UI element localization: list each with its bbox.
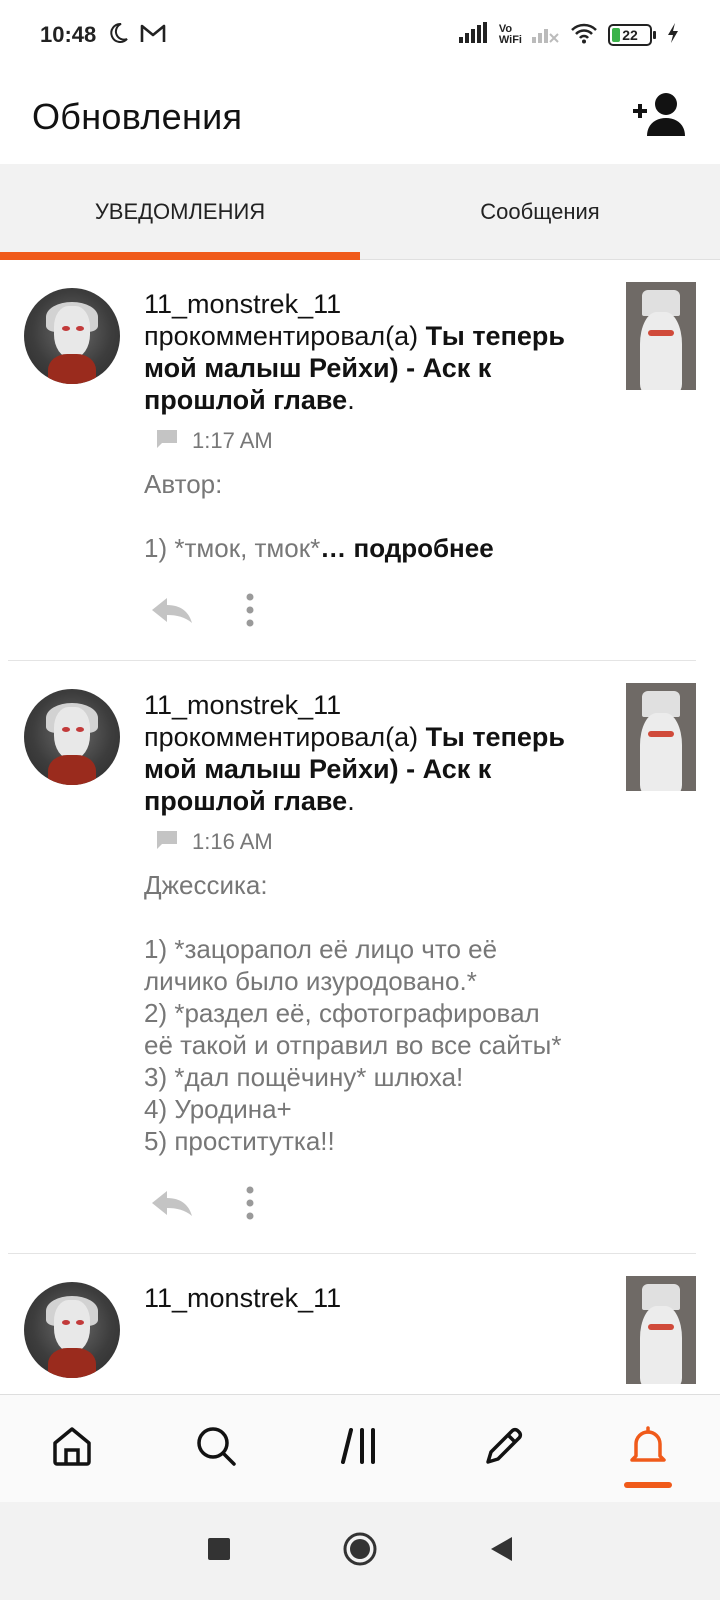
library-icon [338,1424,382,1473]
write-icon [482,1424,526,1473]
username[interactable]: 11_monstrek_11 [144,1282,574,1314]
reply-button[interactable] [148,596,196,628]
story-cover-thumbnail[interactable] [626,683,696,791]
tab-messages[interactable]: Сообщения [360,164,720,259]
nav-write[interactable] [432,1395,576,1502]
home-icon [50,1424,94,1473]
avatar[interactable] [24,689,120,785]
battery-level: 22 [622,27,638,43]
nav-search[interactable] [144,1395,288,1502]
moon-icon [106,21,130,50]
story-cover-thumbnail[interactable] [626,1276,696,1384]
app-header: Обновления [0,70,720,164]
search-icon [194,1424,238,1473]
comment-icon [156,429,178,454]
more-options-button[interactable] [240,1185,260,1225]
back-icon[interactable] [488,1535,514,1568]
read-more-link[interactable]: … подробнее [320,533,493,563]
notification-item[interactable]: 11_monstrek_11 [0,1254,720,1384]
notifications-icon [626,1424,670,1473]
wifi-icon [570,22,598,49]
username[interactable]: 11_monstrek_11 [144,689,574,721]
nav-home[interactable] [0,1395,144,1502]
comment-icon [156,830,178,855]
notification-feed[interactable]: 11_monstrek_11 прокомментировал(а) Ты те… [0,260,720,1394]
add-person-button[interactable] [630,92,688,142]
tab-bar: УВЕДОМЛЕНИЯ Сообщения [0,164,720,260]
notification-item[interactable]: 11_monstrek_11 прокомментировал(а) Ты те… [0,661,720,1254]
more-vertical-icon [246,593,254,632]
notification-item[interactable]: 11_monstrek_11 прокомментировал(а) Ты те… [0,260,720,661]
notification-text: прокомментировал(а) Ты теперь мой малыш … [144,722,565,816]
page-title: Обновления [32,96,243,137]
nav-notifications[interactable] [576,1395,720,1502]
signal-icon [458,21,489,49]
reply-icon [149,596,195,629]
charging-icon [666,22,680,49]
comment-text: Джессика: 1) *зацорапол её лицо что её л… [144,870,562,1156]
timestamp: 1:16 AM [192,829,273,854]
tab-notifications[interactable]: УВЕДОМЛЕНИЯ [0,164,360,260]
username[interactable]: 11_monstrek_11 [144,288,574,320]
home-circle-icon[interactable] [342,1531,378,1572]
avatar[interactable] [24,288,120,384]
system-navigation [0,1502,720,1600]
vowifi-icon: Vo WiFi [498,23,522,46]
avatar[interactable] [24,1282,120,1378]
more-vertical-icon [246,1186,254,1225]
story-cover-thumbnail[interactable] [626,282,696,390]
status-bar: 10:48 Vo WiFi 22 [0,0,720,70]
nav-library[interactable] [288,1395,432,1502]
add-person-icon [631,92,687,143]
gmail-icon [140,22,166,49]
bottom-navigation [0,1394,720,1502]
reply-button[interactable] [148,1189,196,1221]
timestamp: 1:17 AM [192,428,273,453]
signal-off-icon [532,22,560,49]
more-options-button[interactable] [240,592,260,632]
reply-icon [149,1189,195,1222]
notification-text: прокомментировал(а) Ты теперь мой малыш … [144,321,565,415]
status-time: 10:48 [40,22,97,47]
recents-icon[interactable] [206,1536,232,1567]
comment-text: Автор: 1) *тмок, тмок*… подробнее [144,469,494,563]
battery-icon: 22 [608,24,656,46]
